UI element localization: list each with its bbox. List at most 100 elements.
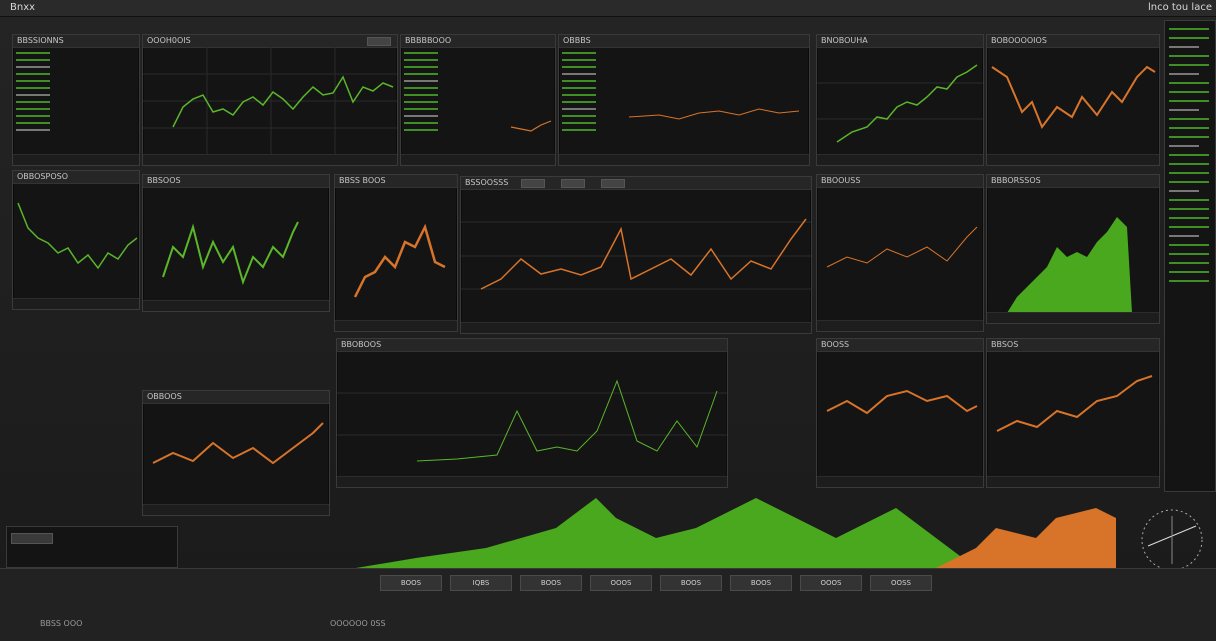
panel-title: BOOSS (821, 340, 850, 349)
panel-button[interactable] (561, 179, 585, 188)
area-chart (987, 187, 1159, 313)
bottom-toolbar: BOOS IQBS BOOS OOOS BOOS BOOS OOOS OOSS … (0, 568, 1216, 641)
candle-chart (461, 189, 811, 323)
right-column (1164, 20, 1216, 492)
panel-16[interactable]: OBBOOS (142, 390, 330, 516)
panel-title: BBOOUSS (821, 176, 861, 185)
panel-1[interactable]: BBSSIONNS (12, 34, 140, 166)
data-list (13, 47, 61, 155)
panel-footer (461, 322, 811, 333)
panel-7[interactable]: OBBOSPOSO (12, 170, 140, 310)
candle-chart (817, 187, 983, 321)
right-title: lnco tou lace (1147, 2, 1212, 13)
panel-footer (335, 320, 457, 331)
panel-14[interactable]: BOOSS (816, 338, 984, 488)
chart-svg (353, 223, 446, 298)
panel-title: BBSS BOOS (339, 176, 386, 185)
bottom-tab[interactable]: OOOS (590, 575, 652, 591)
panel-footer (143, 154, 397, 165)
bottom-tab[interactable]: BOOS (660, 575, 722, 591)
panel-footer (337, 476, 727, 487)
panel-13[interactable]: BBOBOOS (336, 338, 728, 488)
panel-footer (143, 504, 329, 515)
chart-svg (996, 375, 1153, 432)
panel-title: BBSOOS (147, 176, 181, 185)
panel-footer (817, 476, 983, 487)
panel-title: BNOBOUHA (821, 36, 868, 45)
panel-title: BBSSIONNS (17, 36, 64, 45)
chart-svg (1007, 217, 1132, 313)
line-chart (817, 47, 983, 155)
line-chart (13, 183, 139, 299)
panel-footer (559, 154, 809, 165)
panel-button[interactable] (367, 37, 391, 46)
panel-title: BOBOOOOIOS (991, 36, 1047, 45)
candle-chart (817, 351, 983, 477)
panel-footer (987, 154, 1159, 165)
line-chart (619, 47, 809, 155)
top-bar: Bnxx lnco tou lace (0, 0, 1216, 17)
line-chart (337, 351, 727, 477)
chart-svg (510, 120, 552, 132)
candle-chart (987, 351, 1159, 477)
panel-2[interactable]: OOOH0OIS (142, 34, 398, 166)
chart-svg (628, 108, 800, 120)
panel-title: OBBOOS (147, 392, 182, 401)
candle-chart (143, 403, 329, 505)
line-chart (461, 47, 555, 155)
panel-11[interactable]: BBOOUSS (816, 174, 984, 332)
line-chart (143, 47, 397, 155)
chart-svg (461, 218, 811, 290)
chart-svg (817, 64, 983, 143)
panel-3[interactable]: BBBBBOOO (400, 34, 556, 166)
compass-icon (1141, 509, 1203, 571)
panel-9[interactable]: BBSS BOOS (334, 174, 458, 332)
bottom-tab[interactable]: IQBS (450, 575, 512, 591)
panel-title: BSSOOSSS (465, 178, 509, 187)
panel-footer (817, 154, 983, 165)
panel-footer (987, 312, 1159, 323)
panel-6[interactable]: BOBOOOOIOS (986, 34, 1160, 166)
panel-footer (13, 154, 139, 165)
panel-10[interactable]: BSSOOSSS (460, 176, 812, 334)
candle-chart (335, 187, 457, 321)
panel-title: OOOH0OIS (147, 36, 191, 45)
panel-footer (143, 300, 329, 311)
bottom-tab[interactable]: OOSS (870, 575, 932, 591)
panel-5[interactable]: BNOBOUHA (816, 34, 984, 166)
bottom-tab[interactable]: BOOS (380, 575, 442, 591)
panel-8[interactable]: BBSOOS (142, 174, 330, 312)
panel-footer (817, 320, 983, 331)
bottom-tab[interactable]: BOOS (730, 575, 792, 591)
chart-svg (17, 202, 138, 270)
panel-title: BBBBBOOO (405, 36, 452, 45)
panel-footer (401, 154, 555, 165)
data-list (559, 47, 607, 155)
chart-svg (337, 379, 727, 462)
panel-button[interactable] (521, 179, 545, 188)
panel-title: OBBBS (563, 36, 591, 45)
panel-footer (13, 298, 139, 309)
panel-title: BBOBOOS (341, 340, 382, 349)
app-title: Bnxx (10, 2, 36, 13)
candle-chart (143, 187, 329, 301)
chart-svg (152, 422, 324, 465)
left-mini-window[interactable] (6, 526, 178, 568)
chart-svg (356, 498, 1116, 568)
panel-title: BBBORSSOS (991, 176, 1041, 185)
panel-button[interactable] (601, 179, 625, 188)
mini-tab[interactable] (11, 533, 53, 544)
panel-4[interactable]: OBBBS (558, 34, 810, 166)
chart-svg (143, 47, 397, 155)
data-list (401, 47, 449, 155)
footer-label-center: OOOOOO 0SS (330, 619, 386, 628)
compass-widget[interactable] (1138, 506, 1206, 574)
bottom-tab[interactable]: BOOS (520, 575, 582, 591)
panel-12[interactable]: BBBORSSOS (986, 174, 1160, 324)
chart-svg (826, 226, 978, 268)
chart-svg (826, 389, 978, 415)
panel-footer (987, 476, 1159, 487)
bottom-tab[interactable]: OOOS (800, 575, 862, 591)
panel-15[interactable]: BBSOS (986, 338, 1160, 488)
chart-svg (162, 221, 299, 286)
